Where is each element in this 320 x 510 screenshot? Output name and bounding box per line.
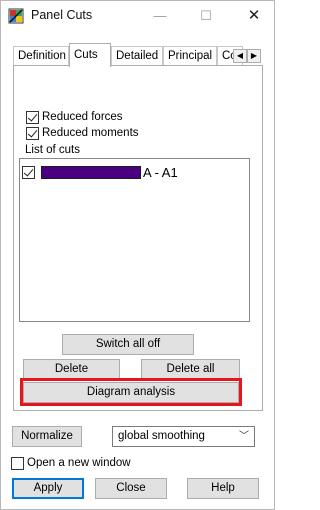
panel-cuts-window: Panel Cuts — ☐ ✕ Definition Cuts Detaile…: [0, 0, 275, 510]
diagram-analysis-highlight: [20, 378, 242, 406]
close-button[interactable]: Close: [95, 478, 167, 499]
reduced-forces-option[interactable]: Reduced forces: [26, 110, 123, 124]
delete-button[interactable]: Delete: [23, 359, 120, 380]
window-title: Panel Cuts: [31, 8, 93, 22]
list-of-cuts-label: List of cuts: [25, 144, 80, 156]
cut-color-swatch: [41, 165, 141, 179]
cut-item-checkbox[interactable]: [22, 165, 35, 179]
open-new-window-option[interactable]: Open a new window: [11, 456, 131, 470]
cut-item-label: A - A1: [143, 164, 178, 180]
tab-definition[interactable]: Definition: [13, 46, 69, 66]
normalize-button[interactable]: Normalize: [12, 426, 82, 447]
apply-button[interactable]: Apply: [12, 478, 84, 499]
delete-all-button[interactable]: Delete all: [141, 359, 240, 380]
reduced-moments-checkbox[interactable]: [26, 126, 39, 140]
reduced-moments-label: Reduced moments: [42, 127, 139, 139]
tab-bar: Definition Cuts Detailed Principal Co: [13, 43, 249, 67]
title-bar[interactable]: Panel Cuts — ☐ ✕: [1, 1, 274, 31]
open-new-window-checkbox[interactable]: [11, 456, 24, 470]
close-window-button[interactable]: ✕: [241, 5, 267, 27]
reduced-moments-option[interactable]: Reduced moments: [26, 126, 139, 140]
smoothing-select[interactable]: global smoothing ﹀: [112, 426, 255, 447]
list-item[interactable]: A - A1: [22, 164, 178, 180]
tab-scroll-right-icon[interactable]: ▶: [247, 49, 261, 63]
tab-principal[interactable]: Principal: [163, 46, 217, 66]
switch-all-off-button[interactable]: Switch all off: [62, 334, 194, 355]
tab-detailed[interactable]: Detailed: [111, 46, 163, 66]
reduced-forces-checkbox[interactable]: [26, 110, 39, 124]
smoothing-value: global smoothing: [118, 430, 205, 442]
maximize-button[interactable]: ☐: [193, 5, 219, 27]
reduced-forces-label: Reduced forces: [42, 111, 123, 123]
open-new-window-label: Open a new window: [27, 457, 131, 469]
tab-scroll-left-icon[interactable]: ◀: [233, 49, 247, 63]
cuts-list[interactable]: A - A1: [19, 158, 250, 322]
panel-cuts-app-icon: [8, 8, 24, 24]
minimize-button[interactable]: —: [147, 5, 173, 27]
tab-cuts[interactable]: Cuts: [69, 43, 111, 67]
chevron-down-icon: ﹀: [239, 431, 249, 442]
help-button[interactable]: Help: [187, 478, 259, 499]
